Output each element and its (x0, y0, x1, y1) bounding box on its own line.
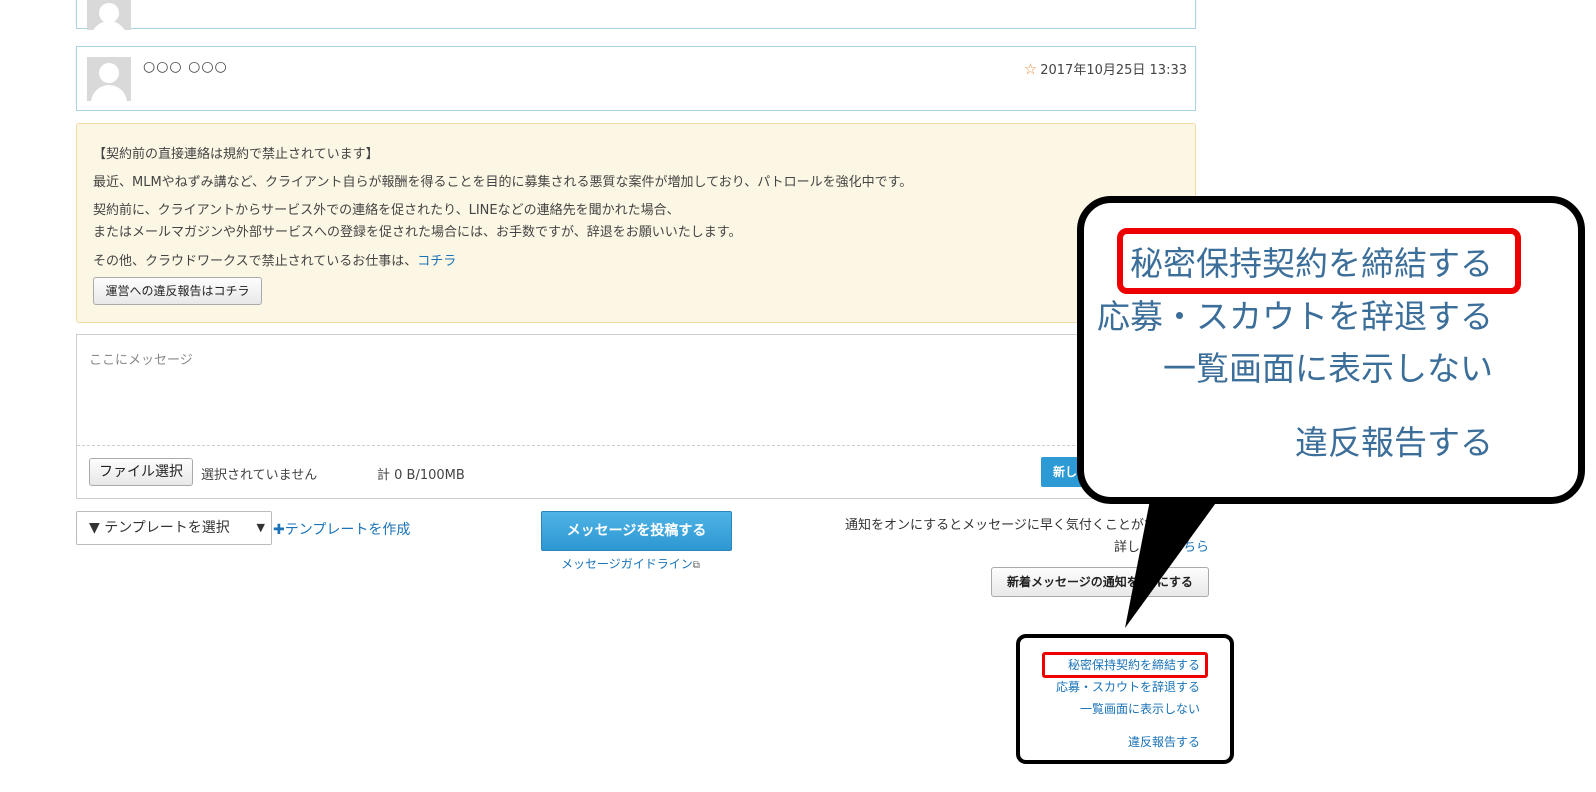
nda-link-small[interactable]: 秘密保持契約を締結する (1068, 656, 1200, 673)
report-link-small[interactable]: 違反報告する (1128, 733, 1200, 750)
post-message-button[interactable]: メッセージを投稿する (541, 511, 732, 551)
decline-link-large[interactable]: 応募・スカウトを辞退する (1097, 290, 1493, 338)
message-date-text: 2017年10月25日 13:33 (1040, 63, 1187, 78)
file-size-counter: 計 0 B/100MB (377, 468, 465, 483)
hide-link-large[interactable]: 一覧画面に表示しない (1163, 342, 1493, 390)
template-select[interactable]: ▼ テンプレートを選択 ▼ (76, 511, 272, 545)
compose-divider (77, 445, 1195, 446)
star-icon[interactable]: ☆ (1024, 60, 1037, 78)
notify-detail-link[interactable]: ちら (1183, 540, 1209, 555)
warning-line-4-text: その他、クラウドワークスで禁止されているお仕事は、 (93, 254, 418, 269)
template-select-label: ▼ テンプレートを選択 (89, 520, 230, 536)
warning-line-2: 契約前に、クライアントからサービス外での連絡を促されたり、LINEなどの連絡先を… (93, 203, 680, 218)
file-select-button[interactable]: ファイル選択 (89, 458, 193, 486)
hide-link-small[interactable]: 一覧画面に表示しない (1080, 700, 1200, 717)
notify-description: 通知をオンにするとメッセージに早く気付くことがで (845, 518, 1157, 533)
warning-line-4: その他、クラウドワークスで禁止されているお仕事は、コチラ (93, 250, 456, 269)
message-date: ☆ 2017年10月25日 13:33 (1024, 59, 1187, 78)
notification-toggle-label-tail: にする (1156, 575, 1193, 589)
notify-detail: 詳しく ちら (1114, 536, 1209, 555)
message-card: ○○○ ○○○ ☆ 2017年10月25日 13:33 (76, 46, 1196, 111)
report-link-large[interactable]: 違反報告する (1295, 416, 1493, 464)
zoom-callout: 秘密保持契約を締結する 応募・スカウトを辞退する 一覧画面に表示しない 違反報告… (1077, 196, 1585, 504)
warning-title: 【契約前の直接連絡は規約で禁止されています】 (93, 147, 379, 162)
message-guideline-link[interactable]: メッセージガイドライン⧉ (561, 555, 700, 572)
notification-toggle-label: 新着メッセージの通知を (1007, 575, 1139, 589)
plus-icon: ✚ (273, 522, 285, 538)
create-template-link[interactable]: ✚テンプレートを作成 (273, 519, 410, 539)
guideline-label: メッセージガイドライン (561, 557, 693, 571)
nda-link-large[interactable]: 秘密保持契約を締結する (1130, 237, 1493, 285)
create-template-label: テンプレートを作成 (284, 522, 411, 538)
report-to-operator-button[interactable]: 運営への違反報告はコチラ (93, 277, 262, 305)
actions-box: 秘密保持契約を締結する 応募・スカウトを辞退する 一覧画面に表示しない 違反報告… (1016, 634, 1234, 764)
notification-toggle-button[interactable]: 新着メッセージの通知を にする (991, 567, 1209, 597)
warning-line-1: 最近、MLMやねずみ講など、クライアント自らが報酬を得ることを目的に募集される悪… (93, 175, 913, 190)
sender-name: ○○○ ○○○ (143, 59, 228, 75)
external-link-icon: ⧉ (692, 560, 700, 571)
avatar (87, 0, 131, 30)
avatar (87, 57, 131, 101)
prohibited-jobs-link[interactable]: コチラ (417, 254, 456, 269)
contact-warning-box: 【契約前の直接連絡は規約で禁止されています】 最近、MLMやねずみ講など、クライ… (76, 123, 1196, 323)
file-status: 選択されていません (201, 468, 318, 483)
notify-detail-prefix: 詳しく (1114, 540, 1154, 555)
message-textarea[interactable]: ここにメッセージ (89, 349, 193, 368)
warning-line-3: またはメールマガジンや外部サービスへの登録を促された場合には、お手数ですが、辞退… (93, 225, 742, 240)
message-compose: ここにメッセージ ファイル選択 選択されていません 計 0 B/100MB 新し (76, 334, 1196, 499)
chevron-down-icon: ▼ (256, 521, 265, 534)
decline-link-small[interactable]: 応募・スカウトを辞退する (1056, 678, 1200, 695)
previous-message-card (76, 0, 1196, 30)
